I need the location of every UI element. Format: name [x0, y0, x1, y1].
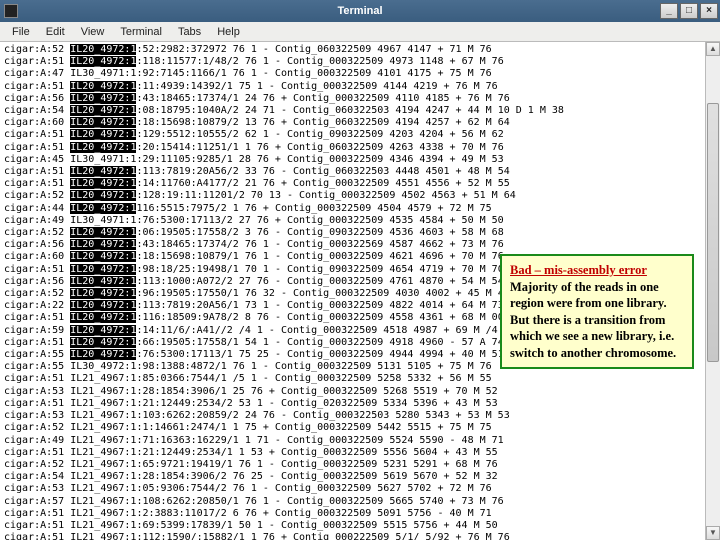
scroll-down-button[interactable]: ▼ — [706, 526, 720, 540]
menu-view[interactable]: View — [73, 26, 113, 38]
scroll-track[interactable] — [706, 56, 720, 526]
minimize-button[interactable]: _ — [660, 3, 678, 19]
menu-terminal[interactable]: Terminal — [112, 26, 170, 38]
callout-title: Bad – mis-assembly error — [510, 263, 647, 277]
maximize-button[interactable]: □ — [680, 3, 698, 19]
menu-bar: File Edit View Terminal Tabs Help — [0, 22, 720, 42]
scroll-up-button[interactable]: ▲ — [706, 42, 720, 56]
vertical-scrollbar: ▲ ▼ — [705, 42, 720, 540]
window-controls: _ □ × — [660, 3, 718, 19]
menu-tabs[interactable]: Tabs — [170, 26, 209, 38]
menu-edit[interactable]: Edit — [38, 26, 73, 38]
window-title: Terminal — [337, 5, 382, 17]
window-titlebar: Terminal _ □ × — [0, 0, 720, 22]
scroll-thumb[interactable] — [707, 103, 719, 362]
menu-help[interactable]: Help — [209, 26, 248, 38]
menu-file[interactable]: File — [4, 26, 38, 38]
callout-body: Majority of the reads in one region were… — [510, 280, 676, 360]
close-button[interactable]: × — [700, 3, 718, 19]
annotation-callout: Bad – mis-assembly error Majority of the… — [500, 254, 694, 369]
app-icon — [4, 4, 18, 18]
